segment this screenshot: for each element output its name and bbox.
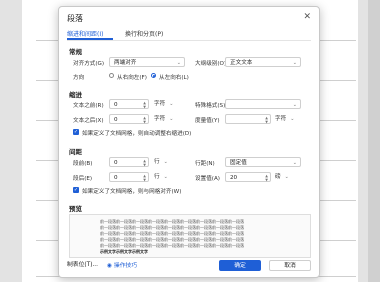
cancel-button[interactable]: 取消 [269, 260, 311, 271]
spacing-grid-label: 如果定义了文档网格，则与网格对齐(W) [82, 189, 182, 195]
direction-rtl-label: 从右向左(F) [117, 75, 147, 81]
measure-label: 度量值(Y) [195, 118, 220, 124]
tabs-button[interactable]: 制表位(T)... [67, 260, 103, 271]
chevron-down-icon: ⌄ [169, 101, 174, 107]
active-tab-indicator [67, 38, 113, 40]
chevron-down-icon: ⌄ [169, 116, 174, 122]
general-heading: 常规 [69, 48, 82, 56]
dialog-footer: 制表位(T)... ◉ 操作技巧 确定 取消 [59, 257, 319, 277]
chevron-down-icon: ⌄ [292, 160, 297, 166]
stepper-icon[interactable]: ▲ ▼ [265, 174, 268, 182]
direction-ltr-radio[interactable] [151, 73, 156, 78]
tips-link-label: 操作技巧 [113, 263, 138, 269]
spacing-before-input[interactable]: 0 ▲ ▼ [109, 157, 149, 167]
spacing-before-unit: 行 [154, 159, 160, 165]
spacing-after-input[interactable]: 0 ▲ ▼ [109, 172, 149, 182]
indent-after-label: 文本之后(X) [73, 118, 104, 124]
spacing-after-unit-select[interactable]: 行 ⌄ [154, 172, 168, 182]
special-format-select[interactable]: ⌄ [225, 99, 301, 109]
lightbulb-icon: ◉ [107, 263, 114, 269]
indent-before-input[interactable]: 0 ▲ ▼ [109, 99, 149, 109]
dialog-title: 段落 [67, 14, 83, 23]
spacing-heading: 间距 [69, 148, 82, 156]
stepper-icon[interactable]: ▲ ▼ [143, 174, 146, 182]
indent-before-unit: 字符 [154, 101, 166, 107]
outline-level-label: 大纲级别(O) [195, 61, 227, 67]
stepper-icon[interactable]: ▲ ▼ [143, 101, 146, 109]
setting-unit: 磅 [275, 174, 281, 180]
chevron-down-icon: ⌄ [290, 116, 295, 122]
dialog-tabs: 缩进和间距(I) 换行和分页(P) [67, 28, 311, 41]
stepper-icon[interactable]: ▲ ▼ [265, 116, 268, 124]
measure-unit: 字符 [275, 116, 287, 122]
spacing-after-label: 段后(E) [73, 176, 93, 182]
chevron-down-icon: ⌄ [292, 102, 297, 108]
chevron-down-icon: ⌄ [163, 174, 168, 180]
measure-unit-select[interactable]: 字符 ⌄ [275, 114, 294, 124]
chevron-down-icon: ⌄ [176, 60, 181, 66]
indent-before-unit-select[interactable]: 字符 ⌄ [154, 99, 173, 109]
indent-heading: 缩进 [69, 91, 82, 99]
indent-after-unit: 字符 [154, 116, 166, 122]
setting-value-label: 设置值(A) [195, 176, 220, 182]
special-format-label: 特殊格式(S) [195, 103, 226, 109]
alignment-label: 对齐方式(G) [73, 61, 105, 67]
chevron-down-icon: ⌄ [163, 159, 168, 165]
direction-rtl-radio[interactable] [109, 73, 114, 78]
line-spacing-value: 固定值 [230, 160, 247, 166]
spacing-before-label: 段前(B) [73, 161, 93, 167]
indent-after-value: 0 [114, 117, 118, 123]
stepper-icon[interactable]: ▲ ▼ [143, 159, 146, 167]
spacing-before-unit-select[interactable]: 行 ⌄ [154, 157, 168, 167]
spacing-grid-checkbox[interactable]: ✓ [73, 187, 79, 193]
indent-after-input[interactable]: 0 ▲ ▼ [109, 114, 149, 124]
paragraph-dialog: 段落 ✕ 缩进和间距(I) 换行和分页(P) 常规 对齐方式(G) 两端对齐 ⌄… [58, 6, 320, 278]
line-spacing-label: 行距(N) [195, 161, 215, 167]
ok-button[interactable]: 确定 [219, 260, 261, 271]
chevron-down-icon: ⌄ [292, 60, 297, 66]
outline-level-select[interactable]: 正文文本 ⌄ [225, 57, 301, 67]
spacing-after-value: 0 [114, 175, 118, 181]
preview-heading: 预览 [69, 205, 82, 213]
tips-link[interactable]: ◉ 操作技巧 [107, 260, 137, 269]
spacing-after-unit: 行 [154, 174, 160, 180]
indent-grid-checkbox[interactable]: ✓ [73, 129, 79, 135]
indent-before-label: 文本之前(R) [73, 103, 104, 109]
chevron-down-icon: ⌄ [284, 174, 289, 180]
setting-unit-select[interactable]: 磅 ⌄ [275, 172, 289, 182]
preview-box: 前一段落前一段落前一段落前一段落前一段落前一段落前一段落前一段落前一段落 前一段… [69, 214, 311, 258]
indent-grid-label: 如果定义了文档网格，则自动调整右缩进(D) [82, 131, 192, 137]
indent-after-unit-select[interactable]: 字符 ⌄ [154, 114, 173, 124]
tab-indent-spacing[interactable]: 缩进和间距(I) [67, 29, 103, 38]
setting-value: 20 [230, 175, 238, 181]
measure-input[interactable]: ▲ ▼ [225, 114, 271, 124]
preview-current-line: 示例文字示例文字示例文字 [100, 249, 148, 254]
setting-value-input[interactable]: 20 ▲ ▼ [225, 172, 271, 182]
alignment-select[interactable]: 两端对齐 ⌄ [109, 57, 185, 67]
spacing-before-value: 0 [114, 160, 118, 166]
document-scrollbar[interactable] [368, 0, 380, 282]
stepper-icon[interactable]: ▲ ▼ [143, 116, 146, 124]
indent-before-value: 0 [114, 102, 118, 108]
tab-line-page-breaks[interactable]: 换行和分页(P) [125, 29, 163, 38]
outline-level-value: 正文文本 [230, 60, 253, 66]
alignment-value: 两端对齐 [114, 60, 137, 66]
direction-label: 方向 [73, 75, 85, 81]
close-icon[interactable]: ✕ [303, 12, 311, 22]
line-spacing-select[interactable]: 固定值 ⌄ [225, 157, 301, 167]
direction-ltr-label: 从左向右(L) [159, 75, 189, 81]
